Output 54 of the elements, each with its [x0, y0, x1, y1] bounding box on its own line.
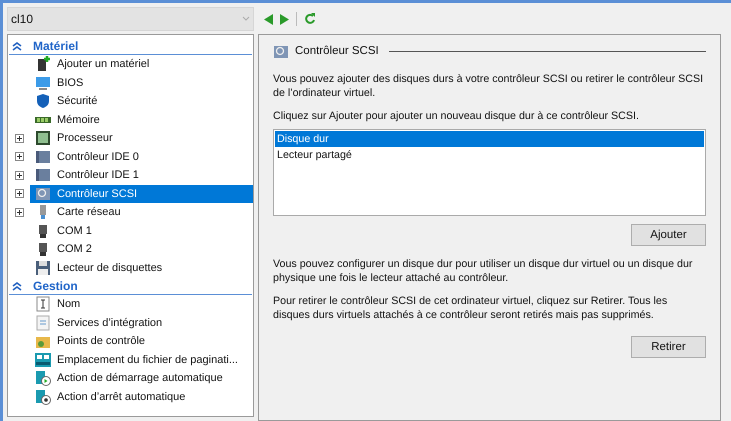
section-header: Gestion	[33, 278, 78, 294]
text-cursor-icon	[35, 296, 51, 312]
tree-item[interactable]: Action d’arrêt automatique	[30, 388, 253, 406]
controller-icon	[35, 186, 51, 202]
controller-icon	[273, 44, 289, 60]
monitor-icon	[35, 74, 51, 91]
tree-item[interactable]: Contrôleur IDE 0	[30, 148, 253, 166]
list-item[interactable]: Disque dur	[275, 131, 704, 148]
remove-button[interactable]: Retirer	[631, 336, 706, 358]
back-icon[interactable]	[264, 14, 274, 24]
remove-text: Pour retirer le contrôleur SCSI de cet ordinateur virtuel, cliquez sur Retirer. Tous les disques durs virtuels attachés à ce contrôleur seront retirés mais pas supprimés.	[273, 294, 668, 322]
controller-icon	[35, 148, 51, 165]
hardware-add-icon	[35, 56, 51, 72]
shield-icon	[35, 93, 51, 110]
tree-item[interactable]: Emplacement du fichier de paginati...	[30, 350, 253, 369]
automatic-start-icon	[35, 370, 51, 386]
add-button[interactable]: Ajouter	[631, 224, 706, 246]
tree-item[interactable]: Services d’intégration	[30, 314, 253, 332]
controller-icon	[35, 167, 51, 184]
document-icon	[35, 314, 51, 331]
configure-text: Vous pouvez configurer un disque dur pour utiliser un disque dur virtuel ou un disque dur physique une fois le lecteur attaché au contrôleur.	[273, 257, 694, 286]
panel-title: Contrôleur SCSI	[295, 44, 379, 59]
section-header: Matériel	[33, 38, 78, 54]
automatic-stop-icon	[35, 388, 51, 405]
tree-item[interactable]: Nom	[30, 295, 253, 314]
tree-item[interactable]: Sécurité	[30, 92, 253, 110]
tree-item[interactable]: Points de contrôle	[30, 332, 253, 350]
expand-icon[interactable]	[14, 134, 24, 143]
tree-item[interactable]: COM 2	[30, 240, 253, 258]
chevron-down-icon	[242, 16, 250, 22]
tree-item[interactable]: Action de démarrage automatique	[30, 369, 253, 388]
collapse-icon[interactable]	[12, 40, 22, 50]
vm-dropdown[interactable]: cl10	[7, 7, 254, 31]
forward-icon[interactable]	[279, 14, 289, 24]
expand-icon[interactable]	[14, 208, 24, 217]
intro-text: Vous pouvez ajouter des disques durs à votre contrôleur SCSI ou retirer le contrôleur SCSI de l’ordinateur virtuel.	[273, 72, 704, 100]
list-item[interactable]: Lecteur partagé	[275, 147, 704, 164]
refresh-icon[interactable]	[304, 13, 316, 25]
tree-item[interactable]: Contrôleur SCSI	[30, 184, 253, 203]
tree-item[interactable]: Mémoire	[30, 110, 253, 129]
expand-icon[interactable]	[14, 152, 24, 162]
instruction-text: Cliquez sur Ajouter pour ajouter un nouveau disque dur à ce contrôleur SCSI.	[273, 109, 640, 124]
paging-file-icon	[35, 352, 51, 368]
expand-icon[interactable]	[14, 189, 24, 198]
tree-item[interactable]: Processeur	[30, 129, 253, 148]
expand-icon[interactable]	[14, 170, 24, 180]
tree-item[interactable]: Lecteur de disquettes	[30, 258, 253, 277]
tree-item[interactable]: Carte réseau	[30, 203, 253, 222]
chip-icon	[35, 130, 51, 146]
collapse-icon[interactable]	[12, 280, 22, 290]
tree-item[interactable]: Contrôleur IDE 1	[30, 166, 253, 184]
tree-item[interactable]: Ajouter un matériel	[30, 55, 253, 74]
tree-item[interactable]: COM 1	[30, 222, 253, 240]
tree-item[interactable]: BIOS	[30, 74, 253, 92]
